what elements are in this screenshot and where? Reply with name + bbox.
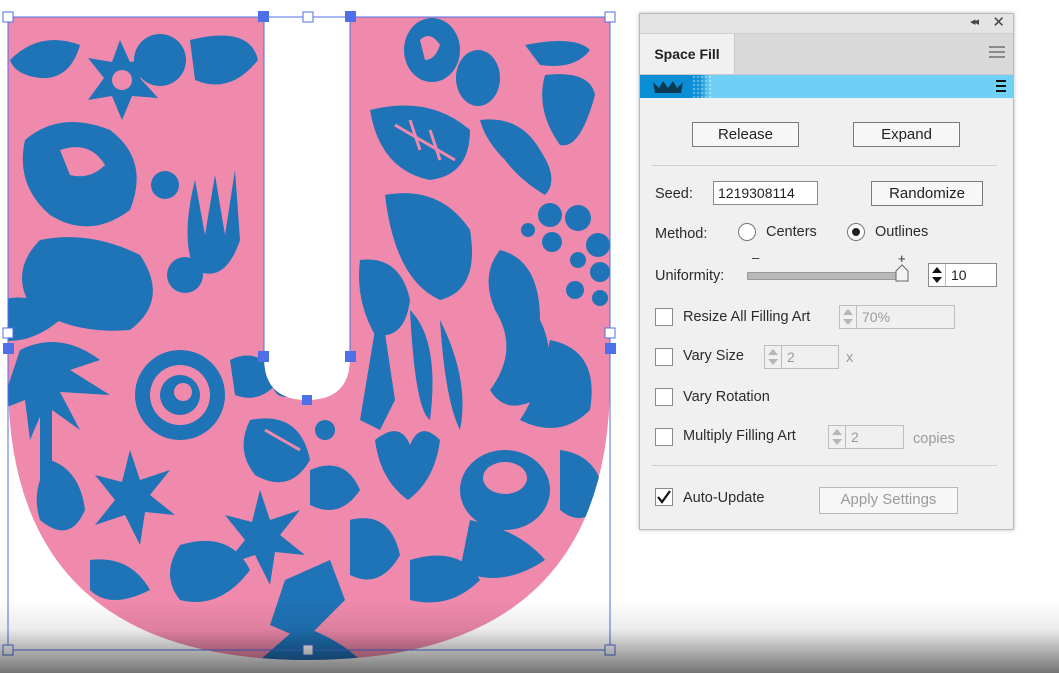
expand-button[interactable]: Expand [853, 122, 960, 147]
seed-input[interactable]: 1219308114 [713, 181, 818, 205]
vary-rotation-checkbox[interactable] [655, 388, 673, 406]
divider [652, 165, 997, 166]
resize-stepper[interactable] [840, 306, 857, 328]
randomize-button[interactable]: Randomize [871, 181, 983, 206]
uniformity-slider-thumb[interactable] [895, 264, 909, 282]
panel-title-bar[interactable]: ◂◂ ✕ [640, 14, 1013, 34]
vary-size-suffix: x [846, 350, 854, 366]
space-fill-panel: ◂◂ ✕ Space Fill Release Expand Seed: 121… [639, 13, 1014, 530]
apply-settings-button[interactable]: Apply Settings [819, 487, 958, 514]
uniformity-stepper[interactable] [929, 264, 946, 286]
crown-icon [653, 81, 683, 93]
uniformity-label: Uniformity: [655, 268, 725, 284]
double-chevron-left-icon[interactable]: ◂◂ [970, 15, 979, 28]
method-label: Method: [655, 226, 708, 242]
release-button[interactable]: Release [692, 122, 799, 147]
vary-size-checkbox[interactable] [655, 348, 673, 366]
multiply-input[interactable]: 2 [828, 425, 904, 449]
checkmark-icon [657, 490, 671, 504]
uniformity-input[interactable]: 10 [928, 263, 997, 287]
resize-all-label[interactable]: Resize All Filling Art [683, 309, 810, 325]
close-icon[interactable]: ✕ [992, 13, 1005, 31]
panel-tab-row: Space Fill [640, 34, 1013, 75]
seed-label: Seed: [655, 186, 693, 202]
panel-menu-icon[interactable] [989, 46, 1005, 61]
multiply-stepper[interactable] [829, 426, 846, 448]
vary-rotation-label[interactable]: Vary Rotation [683, 389, 770, 405]
multiply-suffix: copies [913, 431, 955, 447]
uniformity-minus-label: – [752, 250, 760, 265]
resize-all-input[interactable]: 70% [839, 305, 955, 329]
vary-size-label[interactable]: Vary Size [683, 348, 744, 364]
method-centers-label[interactable]: Centers [766, 224, 817, 240]
divider [652, 465, 997, 466]
method-outlines-label[interactable]: Outlines [875, 224, 928, 240]
brand-strip [640, 75, 1013, 98]
uniformity-slider[interactable] [747, 272, 905, 280]
method-centers-radio[interactable] [738, 223, 756, 241]
method-outlines-radio[interactable] [847, 223, 865, 241]
multiply-checkbox[interactable] [655, 428, 673, 446]
vary-size-stepper[interactable] [765, 346, 782, 368]
auto-update-label[interactable]: Auto-Update [683, 490, 764, 506]
tab-space-fill[interactable]: Space Fill [640, 34, 735, 74]
auto-update-checkbox[interactable] [655, 488, 673, 506]
multiply-label[interactable]: Multiply Filling Art [683, 428, 796, 444]
vary-size-input[interactable]: 2 [764, 345, 839, 369]
flyout-menu-icon[interactable] [996, 80, 1006, 95]
resize-all-checkbox[interactable] [655, 308, 673, 326]
